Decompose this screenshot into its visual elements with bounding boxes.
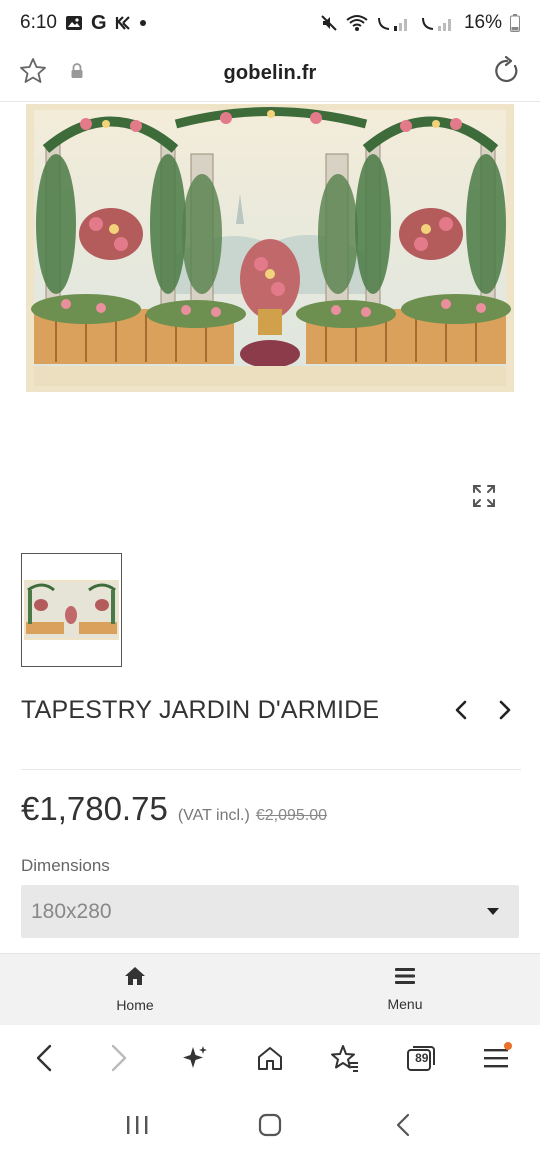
product-nav-arrows (451, 698, 521, 722)
hamburger-menu-icon (394, 967, 416, 990)
url-left-icons (18, 56, 84, 91)
status-right: 16% (320, 12, 520, 34)
reload-icon[interactable] (492, 55, 522, 90)
next-product-icon[interactable] (495, 698, 515, 722)
divider (21, 769, 521, 770)
back-button[interactable] (20, 1034, 68, 1082)
status-time: 6:10 (20, 12, 57, 33)
forward-arrow-icon (111, 1044, 127, 1072)
dot-icon (139, 19, 147, 27)
site-bottom-nav: Home Menu (0, 953, 540, 1025)
home-icon (124, 966, 146, 991)
tabs-count: 89 (415, 1051, 429, 1065)
title-row: TAPESTRY JARDIN D'ARMIDE (21, 690, 521, 730)
dimensions-select[interactable]: 180x280 (21, 885, 519, 938)
google-icon: G (90, 11, 107, 34)
signal-1-icon (376, 14, 412, 32)
ai-sparkle-button[interactable] (171, 1034, 219, 1082)
mute-icon (320, 14, 338, 32)
status-left: 6:10 G (20, 12, 147, 35)
forward-button[interactable] (95, 1034, 143, 1082)
bookmarks-star-icon (331, 1045, 359, 1072)
system-nav-bar (0, 1092, 540, 1158)
vat-note: (VAT incl.) (177, 807, 250, 824)
caret-down-icon (487, 903, 499, 921)
system-back-icon (397, 1113, 410, 1137)
url-right-icons (492, 55, 522, 91)
sparkle-icon (182, 1046, 207, 1068)
status-bar: 6:10 G 16% (0, 0, 540, 46)
signal-2-icon (420, 14, 456, 32)
product-thumbnail[interactable] (21, 553, 122, 667)
browser-toolbar: 89 (0, 1025, 540, 1091)
url-bar: gobelin.fr (0, 46, 540, 102)
bookmark-star-icon[interactable] (18, 56, 48, 91)
price-row: €1,780.75 (VAT incl.) €2,095.00 (21, 790, 327, 834)
lock-icon (70, 63, 84, 84)
browser-menu-icon (484, 1049, 509, 1068)
recent-apps-button[interactable] (112, 1100, 162, 1150)
back-arrow-icon (36, 1044, 51, 1072)
site-nav-menu[interactable]: Menu (270, 954, 540, 1025)
fullscreen-expand-icon[interactable] (470, 482, 498, 510)
browser-home-icon (257, 1047, 282, 1070)
tabs-button[interactable]: 89 (397, 1034, 445, 1082)
k-icon (115, 15, 131, 31)
bookmarks-button[interactable] (321, 1034, 369, 1082)
battery-percent: 16% (463, 12, 502, 33)
recent-apps-icon (126, 1116, 148, 1134)
dimensions-label: Dimensions (21, 856, 110, 875)
notification-dot (504, 1042, 513, 1050)
old-price: €2,095.00 (255, 807, 328, 824)
wifi-icon (346, 14, 368, 32)
site-nav-home-label: Home (116, 997, 154, 1013)
image-icon (65, 15, 83, 31)
system-home-button[interactable] (245, 1100, 295, 1150)
battery-icon (510, 14, 520, 32)
system-back-button[interactable] (378, 1100, 428, 1150)
product-image[interactable] (26, 104, 514, 392)
browser-home-button[interactable] (246, 1034, 294, 1082)
previous-product-icon[interactable] (451, 698, 471, 722)
site-nav-home[interactable]: Home (0, 954, 270, 1025)
browser-menu-button[interactable] (472, 1034, 520, 1082)
site-nav-menu-label: Menu (387, 996, 423, 1012)
product-title: TAPESTRY JARDIN D'ARMIDE (21, 695, 380, 724)
dimensions-selected-value: 180x280 (31, 899, 112, 923)
product-price: €1,780.75 (21, 790, 168, 827)
system-home-icon (258, 1113, 282, 1137)
